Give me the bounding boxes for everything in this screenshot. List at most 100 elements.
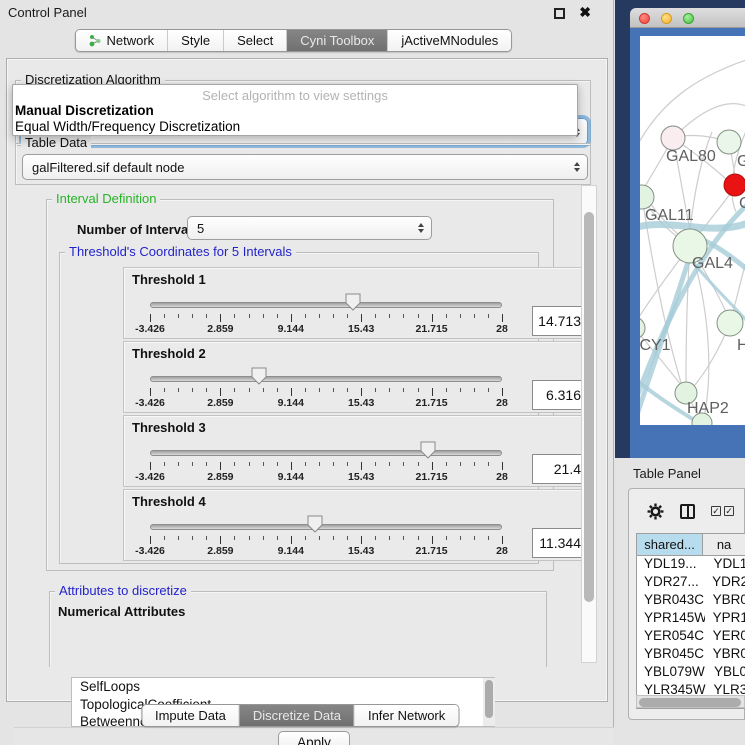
- attribute-list-item[interactable]: SelfLoops: [72, 678, 494, 696]
- slider-tick: [234, 462, 235, 466]
- node-label: GAL4: [692, 255, 733, 272]
- slider-tick: [432, 536, 433, 544]
- threshold-slider-track[interactable]: [150, 302, 502, 308]
- slider-tick: [403, 388, 404, 392]
- slider-tick: [249, 536, 250, 540]
- scrollbar-thumb[interactable]: [584, 212, 594, 602]
- slider-thumb[interactable]: [251, 367, 267, 385]
- slider-scale-label: 15.43: [348, 471, 374, 483]
- table-horizontal-scrollbar[interactable]: [636, 695, 745, 708]
- slider-tick: [389, 388, 390, 392]
- tab-jactivemnodules[interactable]: jActiveMNodules: [387, 30, 511, 51]
- slider-scale-label: -3.426: [135, 323, 165, 335]
- threshold-slider-track[interactable]: [150, 524, 502, 530]
- tab-label: Style: [181, 33, 210, 48]
- numerical-attributes-label: Numerical Attributes: [58, 604, 185, 619]
- shared-name-cell: YBL079W: [637, 664, 706, 682]
- tab-impute-data[interactable]: Impute Data: [142, 705, 239, 726]
- float-icon[interactable]: [554, 8, 565, 19]
- threshold-value-field[interactable]: 11.344: [532, 528, 588, 558]
- slider-tick: [277, 536, 278, 540]
- network-node[interactable]: [661, 126, 685, 150]
- threshold-value-field[interactable]: 21.4: [532, 454, 588, 484]
- checkbox-icon[interactable]: ✓: [724, 506, 734, 516]
- name-cell: YDR2: [704, 574, 745, 592]
- table-row[interactable]: YBR045CYBR0: [637, 646, 745, 664]
- attribute-list-scrollbar[interactable]: [483, 678, 495, 726]
- threshold-slider-track[interactable]: [150, 376, 502, 382]
- slider-tick: [192, 388, 193, 392]
- checkbox-icons: ✓ ✓: [711, 506, 734, 516]
- network-node[interactable]: [717, 310, 743, 336]
- tab-infer-network[interactable]: Infer Network: [354, 705, 458, 726]
- table-row[interactable]: YBR043CYBR0: [637, 592, 745, 610]
- table-row[interactable]: YER054CYER0: [637, 628, 745, 646]
- slider-thumb[interactable]: [345, 293, 361, 311]
- network-canvas[interactable]: GAL80GACGAL11GAL4GCY1HHAP2: [640, 36, 745, 425]
- table-row[interactable]: YDL19...YDL1: [637, 556, 745, 574]
- tab-discretize-data[interactable]: Discretize Data: [239, 705, 354, 726]
- panel-scrollbar[interactable]: [581, 185, 597, 663]
- network-window-titlebar: [630, 8, 745, 28]
- tab-select[interactable]: Select: [223, 30, 286, 51]
- columns-icon[interactable]: [680, 504, 695, 519]
- table-data-combobox[interactable]: galFiltered.sif default node: [22, 154, 588, 180]
- column-header[interactable]: shared...: [637, 534, 703, 555]
- slider-tick: [319, 388, 320, 392]
- slider-tick: [234, 536, 235, 540]
- tab-network[interactable]: Network: [75, 30, 167, 51]
- tab-style[interactable]: Style: [167, 30, 223, 51]
- tab-label: Impute Data: [155, 708, 226, 723]
- slider-tick: [249, 388, 250, 392]
- threshold-value-field[interactable]: 14.713: [532, 306, 588, 336]
- shared-name-cell: YBR045C: [637, 646, 705, 664]
- node-label: HAP2: [687, 400, 729, 417]
- algorithm-popup: Select algorithm to view settings Manual…: [12, 84, 578, 136]
- table-row[interactable]: YBL079WYBL0: [637, 664, 745, 682]
- close-icon[interactable]: ✖: [579, 4, 591, 21]
- network-node[interactable]: [640, 317, 645, 339]
- table-row[interactable]: YDR27...YDR2: [637, 574, 745, 592]
- attributes-group: Attributes to discretize Numerical Attri…: [49, 591, 547, 667]
- column-header[interactable]: na: [703, 534, 745, 555]
- slider-tick: [178, 462, 179, 466]
- slider-tick: [502, 388, 503, 396]
- slider-tick: [502, 462, 503, 470]
- name-cell: YBR0: [705, 592, 745, 610]
- slider-tick: [347, 462, 348, 466]
- threshold-panel: Threshold 3-3.4262.8599.14415.4321.71528…: [123, 415, 591, 487]
- slider-thumb[interactable]: [307, 515, 323, 533]
- slider-tick: [474, 536, 475, 540]
- panel-title: Control Panel: [8, 5, 87, 20]
- slider-tick: [192, 462, 193, 466]
- slider-scale-label: 21.715: [416, 471, 448, 483]
- slider-tick: [333, 388, 334, 392]
- slider-tick: [488, 314, 489, 318]
- slider-tick: [305, 388, 306, 392]
- close-traffic-light-icon[interactable]: [639, 13, 650, 24]
- number-of-intervals-combobox[interactable]: 5: [187, 216, 432, 240]
- slider-thumb[interactable]: [420, 441, 436, 459]
- threshold-value-field[interactable]: 6.316: [532, 380, 588, 410]
- network-node[interactable]: [717, 130, 741, 154]
- slider-scale-label: 28: [496, 545, 508, 557]
- network-icon: [88, 34, 101, 47]
- zoom-traffic-light-icon[interactable]: [683, 13, 694, 24]
- slider-tick: [178, 314, 179, 318]
- algorithm-option[interactable]: Equal Width/Frequency Discretization: [13, 119, 577, 135]
- gear-icon[interactable]: [647, 503, 664, 520]
- interval-definition-group: Interval Definition Number of Intervals …: [46, 199, 554, 571]
- checkbox-icon[interactable]: ✓: [711, 506, 721, 516]
- node-label: H: [737, 337, 745, 354]
- network-node[interactable]: [724, 174, 745, 196]
- group-title: Interval Definition: [52, 191, 160, 206]
- apply-button[interactable]: Apply: [278, 731, 350, 745]
- control-panel-window: Control Panel ✖ Network Style Select Cyni T…: [0, 0, 614, 745]
- minimize-traffic-light-icon[interactable]: [661, 13, 672, 24]
- tab-label: Select: [237, 33, 273, 48]
- group-title: Attributes to discretize: [55, 583, 191, 598]
- algorithm-option[interactable]: Manual Discretization: [13, 103, 577, 119]
- threshold-slider-track[interactable]: [150, 450, 502, 456]
- tab-cyni-toolbox[interactable]: Cyni Toolbox: [286, 30, 387, 51]
- table-row[interactable]: YPR145WYPR1: [637, 610, 745, 628]
